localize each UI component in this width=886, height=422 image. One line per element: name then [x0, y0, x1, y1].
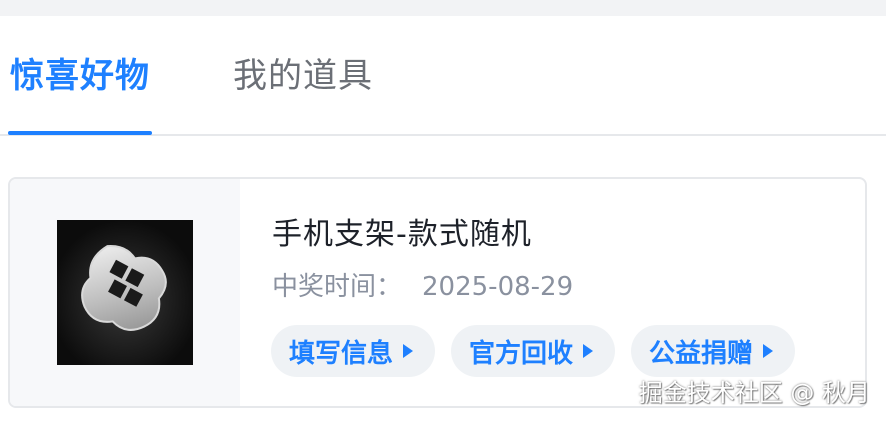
tab-my-props[interactable]: 我的道具: [233, 56, 373, 96]
tab-bar: 惊喜好物 我的道具: [0, 16, 886, 136]
marscode-logo-icon: [57, 220, 193, 365]
caret-right-icon: [763, 344, 774, 358]
win-time: 中奖时间： 2025-08-29: [272, 271, 573, 303]
prize-item-card: 手机支架-款式随机 中奖时间： 2025-08-29 填写信息 官方回收 公益捐赠: [8, 177, 867, 408]
watermark: 掘金技术社区 @ 秋月: [638, 379, 870, 407]
item-actions: 填写信息 官方回收 公益捐赠: [271, 325, 796, 377]
charity-donate-label: 公益捐赠: [649, 338, 754, 369]
charity-donate-button[interactable]: 公益捐赠: [631, 325, 796, 377]
active-tab-indicator: [8, 131, 152, 135]
caret-right-icon: [403, 344, 414, 358]
official-recycle-button[interactable]: 官方回收: [451, 325, 616, 377]
item-image-area: [10, 179, 240, 406]
fill-info-button[interactable]: 填写信息: [271, 325, 436, 377]
win-time-value: 2025-08-29: [422, 272, 574, 302]
win-time-label: 中奖时间：: [272, 272, 403, 302]
item-title: 手机支架-款式随机: [272, 217, 532, 252]
item-image: [57, 220, 193, 365]
top-divider-strip: [0, 0, 886, 16]
fill-info-label: 填写信息: [289, 338, 394, 369]
tab-surprise-goods[interactable]: 惊喜好物: [10, 56, 150, 96]
official-recycle-label: 官方回收: [469, 338, 574, 369]
caret-right-icon: [583, 344, 594, 358]
